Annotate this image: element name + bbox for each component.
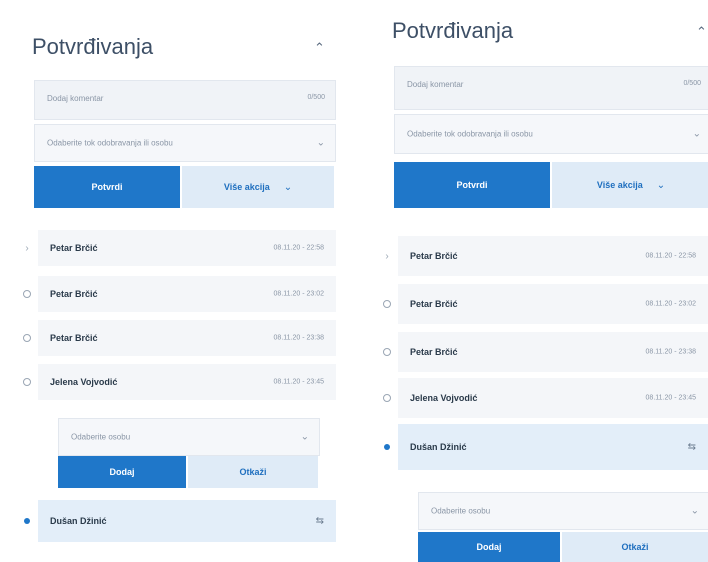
approval-row[interactable]: Petar Brčić 08.11.20 - 23:02	[378, 284, 708, 324]
confirm-button[interactable]: Potvrdi	[394, 162, 550, 208]
approval-date: 08.11.20 - 23:02	[273, 290, 324, 298]
more-actions-label: Više akcija	[596, 180, 643, 190]
circle-icon	[22, 377, 32, 387]
add-button[interactable]: Dodaj	[418, 532, 560, 562]
more-actions-label: Više akcija	[223, 182, 270, 192]
circle-icon	[382, 299, 392, 309]
approval-date: 08.11.20 - 23:45	[645, 394, 696, 402]
chevron-down-icon: ⌄	[656, 179, 666, 191]
assign-person-form: Odaberite osobu ⌄ Dodaj Otkaži	[398, 484, 708, 562]
person-select-placeholder: Odaberite osobu	[71, 432, 131, 442]
chevron-down-icon: ⌄	[283, 181, 293, 193]
approval-row[interactable]: Jelena Vojvodić 08.11.20 - 23:45	[378, 378, 708, 418]
approval-row[interactable]: Petar Brčić 08.11.20 - 23:38	[378, 332, 708, 372]
approver-name: Petar Brčić	[410, 251, 458, 261]
approval-date: 08.11.20 - 22:58	[273, 244, 324, 252]
approver-name: Jelena Vojvodić	[410, 393, 478, 403]
current-approval-row[interactable]: Dušan Džinić ⇆	[18, 500, 336, 542]
approver-select[interactable]: Odaberite tok odobravanja ili osobu ⌄	[34, 124, 336, 162]
reassign-icon[interactable]: ⇆	[316, 516, 324, 527]
approver-select-placeholder: Odaberite tok odobravanja ili osobu	[47, 138, 173, 148]
comment-placeholder: Dodaj komentar	[47, 94, 104, 103]
dot-icon	[382, 442, 392, 452]
chevron-up-icon[interactable]: ⌃	[314, 40, 325, 56]
approval-date: 08.11.20 - 23:02	[645, 300, 696, 308]
approver-name: Jelena Vojvodić	[50, 377, 118, 387]
cancel-button[interactable]: Otkaži	[188, 456, 318, 488]
approval-date: 08.11.20 - 23:38	[273, 334, 324, 342]
approver-name: Petar Brčić	[50, 289, 98, 299]
approver-name: Dušan Džinić	[50, 516, 107, 526]
approval-date: 08.11.20 - 23:45	[273, 378, 324, 386]
approval-row[interactable]: › Petar Brčić 08.11.20 - 22:58	[18, 230, 336, 266]
circle-icon	[22, 333, 32, 343]
comment-input[interactable]: Dodaj komentar 0/500	[34, 80, 336, 120]
chevron-down-icon: ⌄	[300, 431, 309, 443]
approver-name: Petar Brčić	[50, 243, 98, 253]
comment-input[interactable]: Dodaj komentar 0/500	[394, 66, 708, 110]
approvals-panel-left: Potvrđivanja ⌃ Dodaj komentar 0/500 Odab…	[18, 0, 340, 562]
approver-name: Petar Brčić	[50, 333, 98, 343]
chevron-right-icon[interactable]: ›	[22, 243, 32, 254]
panel-title: Potvrđivanja	[392, 18, 514, 43]
chevron-up-icon[interactable]: ⌃	[696, 24, 707, 40]
person-select-placeholder: Odaberite osobu	[431, 506, 491, 516]
approval-row[interactable]: › Petar Brčić 08.11.20 - 22:58	[378, 236, 708, 276]
chevron-down-icon: ⌄	[690, 505, 699, 517]
circle-icon	[382, 347, 392, 357]
add-button[interactable]: Dodaj	[58, 456, 186, 488]
comment-counter: 0/500	[307, 94, 325, 101]
person-select[interactable]: Odaberite osobu ⌄	[418, 492, 708, 530]
approvals-panel-right: Potvrđivanja ⌃ Dodaj komentar 0/500 Odab…	[378, 0, 708, 562]
chevron-down-icon: ⌄	[692, 128, 701, 140]
assign-person-form: Odaberite osobu ⌄ Dodaj Otkaži	[38, 410, 340, 494]
approval-row[interactable]: Petar Brčić 08.11.20 - 23:02	[18, 276, 336, 312]
panel-title: Potvrđivanja	[32, 34, 154, 59]
cancel-button[interactable]: Otkaži	[562, 532, 708, 562]
circle-icon	[22, 289, 32, 299]
comment-counter: 0/500	[683, 80, 701, 87]
approval-row[interactable]: Jelena Vojvodić 08.11.20 - 23:45	[18, 364, 336, 400]
reassign-icon[interactable]: ⇆	[688, 442, 696, 453]
approver-select-placeholder: Odaberite tok odobravanja ili osobu	[407, 129, 533, 139]
confirm-button[interactable]: Potvrdi	[34, 166, 180, 208]
current-approval-row[interactable]: Dušan Džinić ⇆	[378, 424, 708, 470]
approval-row[interactable]: Petar Brčić 08.11.20 - 23:38	[18, 320, 336, 356]
more-actions-button[interactable]: Više akcija ⌄	[552, 162, 708, 208]
more-actions-button[interactable]: Više akcija ⌄	[182, 166, 334, 208]
approval-date: 08.11.20 - 22:58	[645, 252, 696, 260]
comment-placeholder: Dodaj komentar	[407, 80, 464, 89]
circle-icon	[382, 393, 392, 403]
approver-name: Petar Brčić	[410, 299, 458, 309]
approval-date: 08.11.20 - 23:38	[645, 348, 696, 356]
approver-name: Petar Brčić	[410, 347, 458, 357]
chevron-right-icon[interactable]: ›	[382, 251, 392, 262]
approver-select[interactable]: Odaberite tok odobravanja ili osobu ⌄	[394, 114, 708, 154]
person-select[interactable]: Odaberite osobu ⌄	[58, 418, 320, 456]
chevron-down-icon: ⌄	[316, 137, 325, 149]
approver-name: Dušan Džinić	[410, 442, 467, 452]
dot-icon	[22, 516, 32, 526]
